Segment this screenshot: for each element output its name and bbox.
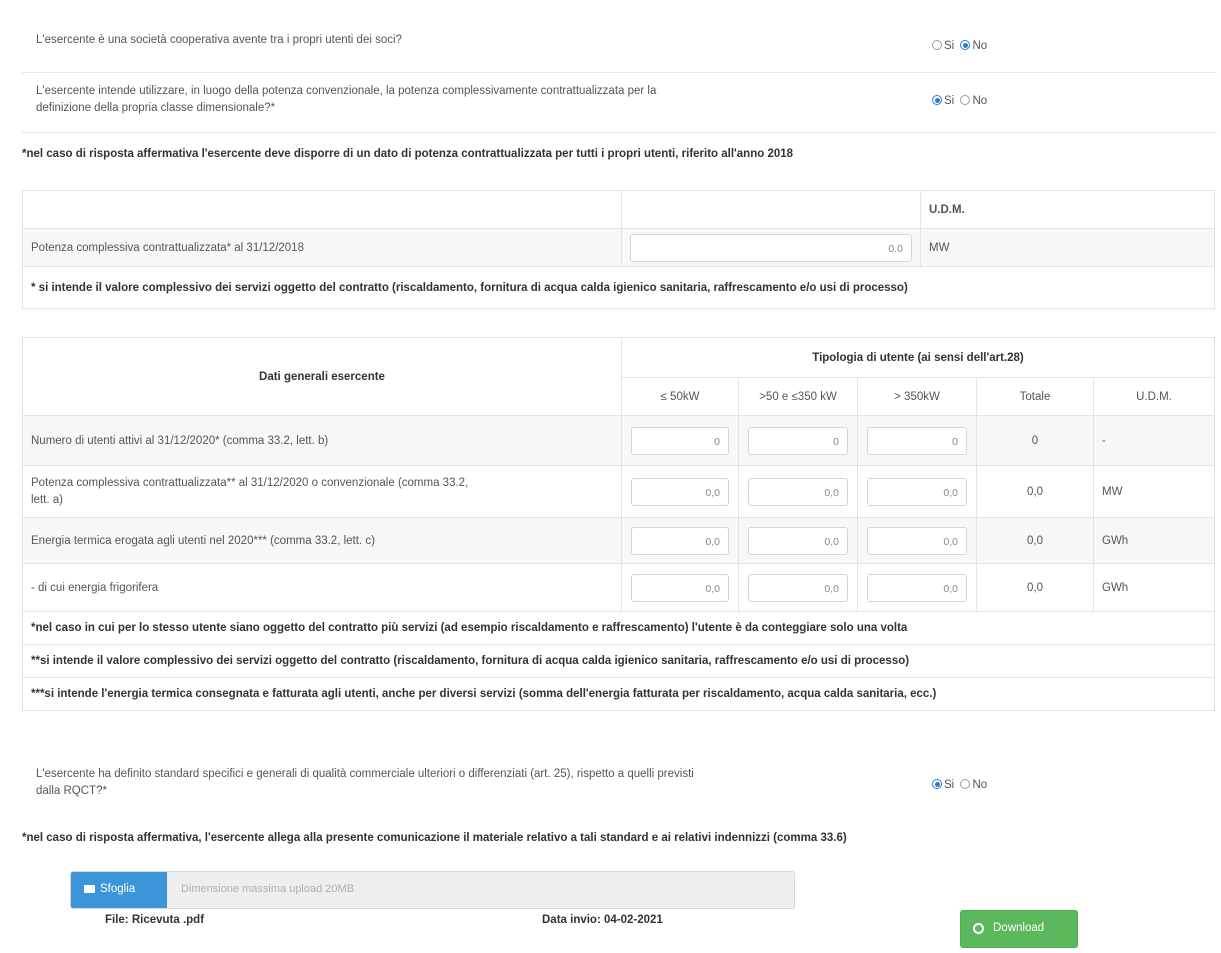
users-le50-input[interactable]: 0 bbox=[631, 426, 729, 455]
users-50-350-input[interactable]: 0 bbox=[748, 426, 848, 455]
power-2018-input[interactable]: 0.0 bbox=[630, 233, 912, 262]
table-row: Potenza complessiva contrattualizzata** … bbox=[22, 465, 1215, 518]
contracted-power-2018-table: U.D.M. Potenza complessiva contrattualiz… bbox=[22, 190, 1215, 309]
upload-placeholder: Dimensione massima upload 20MB bbox=[181, 883, 355, 895]
energy-50-350-input[interactable]: 0,0 bbox=[748, 526, 848, 555]
download-icon bbox=[973, 923, 984, 934]
question-contracted-power-text: L'esercente intende utilizzare, in luogo… bbox=[36, 85, 657, 114]
cooling-gt350-input[interactable]: 0,0 bbox=[867, 573, 967, 602]
cooling-le50-input[interactable]: 0,0 bbox=[631, 573, 729, 602]
col-udm: U.D.M. bbox=[1093, 377, 1215, 416]
question-quality-standards-text: L'esercente ha definito standard specifi… bbox=[36, 768, 694, 797]
power-gt350-input[interactable]: 0,0 bbox=[867, 477, 967, 506]
table-row: Energia termica erogata agli utenti nel … bbox=[22, 517, 1215, 564]
table2-note-2: **si intende il valore complessivo dei s… bbox=[22, 644, 1215, 678]
note-contracted-power: *nel caso di risposta affermativa l'eser… bbox=[22, 148, 794, 160]
contracted-power-radio-no[interactable]: No bbox=[960, 95, 987, 107]
note-quality-standards: *nel caso di risposta affermativa, l'ese… bbox=[22, 832, 847, 844]
table1-footnote: * si intende il valore complessivo dei s… bbox=[22, 266, 1215, 309]
udm-mw: MW bbox=[920, 228, 1215, 267]
power-le50-input[interactable]: 0,0 bbox=[631, 477, 729, 506]
row-label-power-2018: Potenza complessiva contrattualizzata* a… bbox=[22, 228, 622, 267]
radio-selected-icon bbox=[960, 40, 971, 50]
energy-gt350-input[interactable]: 0,0 bbox=[867, 526, 967, 555]
table2-note-1: *nel caso in cui per lo stesso utente si… bbox=[22, 611, 1215, 645]
download-button[interactable]: Download bbox=[960, 910, 1078, 948]
quality-standards-radio-no[interactable]: No bbox=[960, 779, 987, 791]
udm-header: U.D.M. bbox=[920, 190, 1215, 229]
file-name: File: Ricevuta .pdf bbox=[105, 914, 205, 926]
power-50-350-input[interactable]: 0,0 bbox=[748, 477, 848, 506]
cooperative-radio-no[interactable]: No bbox=[960, 40, 987, 52]
cooling-50-350-input[interactable]: 0,0 bbox=[748, 573, 848, 602]
cooperative-radio-group: Si No bbox=[932, 40, 990, 52]
cooperative-radio-yes[interactable]: Si bbox=[932, 40, 954, 52]
col-gt350: > 350kW bbox=[857, 377, 977, 416]
operator-data-header: Dati generali esercente bbox=[22, 337, 622, 416]
radio-selected-icon bbox=[932, 779, 942, 789]
folder-icon bbox=[84, 885, 95, 893]
energy-le50-input[interactable]: 0,0 bbox=[631, 526, 729, 555]
quality-standards-radio-group: Si No bbox=[932, 779, 990, 791]
browse-button[interactable]: Sfoglia bbox=[71, 872, 167, 908]
users-gt350-input[interactable]: 0 bbox=[867, 426, 967, 455]
file-upload-group: Sfoglia Dimensione massima upload 20MB bbox=[70, 871, 795, 909]
contracted-power-radio-group: Si No bbox=[932, 95, 990, 107]
quality-standards-radio-yes[interactable]: Si bbox=[932, 779, 954, 791]
operator-data-table: Dati generali esercente Tipologia di ute… bbox=[22, 337, 1215, 711]
col-total: Totale bbox=[976, 377, 1094, 416]
table2-note-3: ***si intende l'energia termica consegna… bbox=[22, 677, 1215, 711]
submission-date: Data invio: 04-02-2021 bbox=[542, 914, 663, 926]
contracted-power-radio-yes[interactable]: Si bbox=[932, 95, 954, 107]
question-cooperative: L'esercente è una società cooperativa av… bbox=[22, 12, 1217, 73]
question-quality-standards: L'esercente ha definito standard specifi… bbox=[22, 757, 1217, 813]
radio-yes-icon bbox=[932, 40, 942, 50]
col-le50: ≤ 50kW bbox=[621, 377, 739, 416]
radio-no-icon bbox=[960, 779, 971, 789]
user-type-header: Tipologia di utente (ai sensi dell'art.2… bbox=[621, 337, 1215, 378]
col-50-350: >50 e ≤350 kW bbox=[738, 377, 858, 416]
table-row: Numero di utenti attivi al 31/12/2020* (… bbox=[22, 415, 1215, 466]
radio-no-icon bbox=[960, 95, 971, 105]
table-row: - di cui energia frigorifera 0,0 0,0 0,0… bbox=[22, 563, 1215, 612]
question-cooperative-text: L'esercente è una società cooperativa av… bbox=[36, 34, 402, 46]
radio-selected-icon bbox=[932, 95, 942, 105]
question-contracted-power: L'esercente intende utilizzare, in luogo… bbox=[22, 73, 1217, 133]
